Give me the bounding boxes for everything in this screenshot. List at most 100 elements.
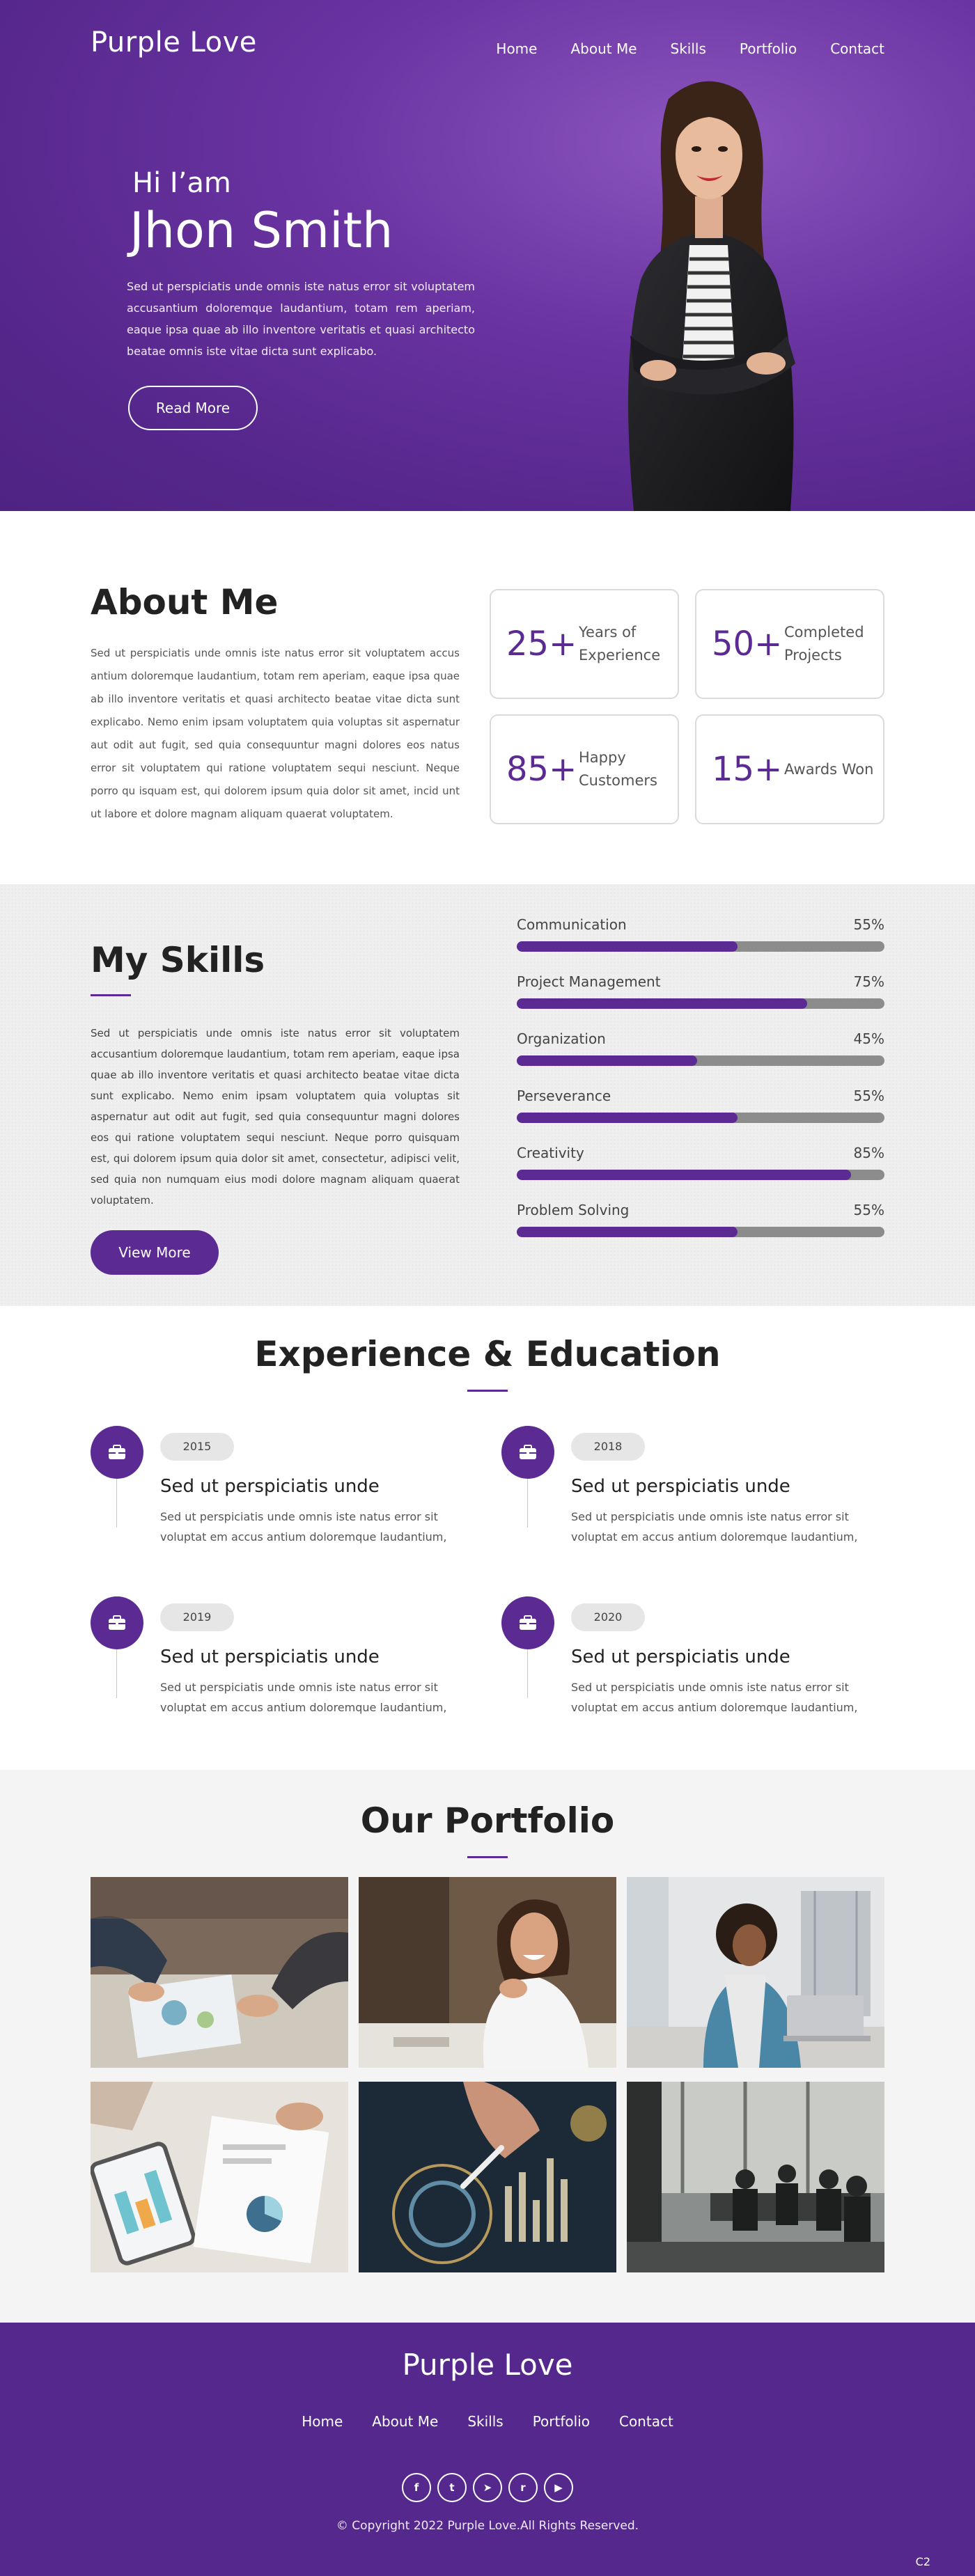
stats-grid: 25+ Years of Experience 50+ Completed Pr… xyxy=(490,589,884,824)
year-badge: 2020 xyxy=(571,1603,645,1631)
footer-nav-about[interactable]: About Me xyxy=(372,2413,438,2430)
briefcase-icon xyxy=(501,1596,554,1649)
experience-section: Experience & Education 2015 Sed ut persp… xyxy=(0,1306,975,1770)
timeline-item: 2019 Sed ut perspiciatis unde Sed ut per… xyxy=(91,1596,488,1722)
stat-value: 15+ xyxy=(712,750,783,789)
skills-description: Sed ut perspiciatis unde omnis iste natu… xyxy=(91,1027,460,1207)
timeline-line xyxy=(527,1649,528,1698)
footer-logo[interactable]: Purple Love xyxy=(0,2348,975,2382)
stat-value: 25+ xyxy=(506,625,577,663)
timeline-description: Sed ut perspiciatis unde omnis iste natu… xyxy=(571,1681,858,1714)
skill-bar-track xyxy=(517,941,884,952)
skill-row: Communication 55% xyxy=(517,916,884,973)
facebook-icon[interactable]: f xyxy=(402,2473,431,2502)
skill-row: Project Management 75% xyxy=(517,973,884,1030)
skill-list: Communication 55% Project Management 75% O… xyxy=(517,916,884,1259)
site-logo[interactable]: Purple Love xyxy=(91,26,257,58)
briefcase-icon xyxy=(91,1596,143,1649)
skill-bar-fill xyxy=(517,941,738,952)
nav-portfolio[interactable]: Portfolio xyxy=(740,40,797,57)
stat-label: Happy Customers xyxy=(579,749,657,789)
portfolio-image[interactable] xyxy=(91,1877,348,2068)
title-underline xyxy=(91,994,131,996)
timeline-description: Sed ut perspiciatis unde omnis iste natu… xyxy=(160,1681,447,1714)
skill-name: Communication xyxy=(517,916,627,933)
stat-value: 85+ xyxy=(506,750,577,789)
portfolio-image[interactable] xyxy=(627,1877,884,2068)
main-nav: Home About Me Skills Portfolio Contact xyxy=(496,40,884,57)
skill-percent: 45% xyxy=(853,1030,884,1047)
stat-label: Years of Experience xyxy=(579,624,661,663)
footer-nav-portfolio[interactable]: Portfolio xyxy=(533,2413,590,2430)
hero-text: Hi I’am Jhon Smith Sed ut perspiciatis u… xyxy=(127,167,475,430)
skill-row: Problem Solving 55% xyxy=(517,1202,884,1259)
timeline-heading: Sed ut perspiciatis unde xyxy=(571,1476,790,1497)
portfolio-image[interactable] xyxy=(359,1877,616,2068)
skill-name: Organization xyxy=(517,1030,606,1047)
timeline-description: Sed ut perspiciatis unde omnis iste natu… xyxy=(160,1510,447,1544)
reddit-icon[interactable]: r xyxy=(508,2473,538,2502)
skill-percent: 55% xyxy=(853,1202,884,1218)
title-underline xyxy=(467,1390,508,1392)
timeline-line xyxy=(116,1479,117,1527)
nav-skills[interactable]: Skills xyxy=(671,40,706,57)
timeline-description: Sed ut perspiciatis unde omnis iste natu… xyxy=(571,1510,858,1544)
stat-label: Completed Projects xyxy=(784,624,864,663)
timeline-heading: Sed ut perspiciatis unde xyxy=(160,1476,380,1497)
telegram-icon[interactable]: ➤ xyxy=(473,2473,502,2502)
stat-card-customers: 85+ Happy Customers xyxy=(490,714,679,824)
portfolio-section: Our Portfolio xyxy=(0,1770,975,2323)
stat-card-awards: 15+ Awards Won xyxy=(695,714,884,824)
portfolio-grid xyxy=(91,1877,884,2272)
about-section: About Me Sed ut perspiciatis unde omnis … xyxy=(0,511,975,884)
skills-text: My Skills Sed ut perspiciatis unde omnis… xyxy=(91,940,460,1275)
timeline-item: 2020 Sed ut perspiciatis unde Sed ut per… xyxy=(501,1596,898,1722)
year-badge: 2018 xyxy=(571,1433,645,1461)
year-badge: 2015 xyxy=(160,1433,234,1461)
timeline-item: 2018 Sed ut perspiciatis unde Sed ut per… xyxy=(501,1426,898,1551)
skill-bar-track xyxy=(517,998,884,1009)
portfolio-image[interactable] xyxy=(359,2082,616,2272)
nav-home[interactable]: Home xyxy=(496,40,537,57)
skill-bar-fill xyxy=(517,998,808,1009)
skill-bar-track xyxy=(517,1227,884,1237)
portfolio-image[interactable] xyxy=(627,2082,884,2272)
twitter-icon[interactable]: t xyxy=(437,2473,467,2502)
skill-percent: 55% xyxy=(853,916,884,933)
skill-row: Creativity 85% xyxy=(517,1145,884,1202)
timeline-line xyxy=(116,1649,117,1698)
hero-section: Purple Love Home About Me Skills Portfol… xyxy=(0,0,975,511)
hero-portrait-image xyxy=(628,81,795,511)
portfolio-image[interactable] xyxy=(91,2082,348,2272)
stat-value: 50+ xyxy=(712,625,783,663)
hero-name: Jhon Smith xyxy=(130,202,393,259)
skill-bar-track xyxy=(517,1055,884,1066)
stat-card-projects: 50+ Completed Projects xyxy=(695,589,884,699)
youtube-icon[interactable]: ▶ xyxy=(544,2473,573,2502)
skill-bar-fill xyxy=(517,1055,697,1066)
hero-greeting: Hi I’am xyxy=(132,167,231,199)
nav-about[interactable]: About Me xyxy=(570,40,637,57)
footer-nav: Home About Me Skills Portfolio Contact xyxy=(0,2413,975,2430)
footer-nav-contact[interactable]: Contact xyxy=(619,2413,673,2430)
footer-nav-home[interactable]: Home xyxy=(302,2413,343,2430)
stat-label: Awards Won xyxy=(784,760,874,778)
skill-bar-fill xyxy=(517,1113,738,1123)
timeline-item: 2015 Sed ut perspiciatis unde Sed ut per… xyxy=(91,1426,488,1551)
view-more-button[interactable]: View More xyxy=(91,1230,219,1275)
skill-bar-fill xyxy=(517,1170,852,1180)
year-badge: 2019 xyxy=(160,1603,234,1631)
about-description: Sed ut perspiciatis unde omnis iste natu… xyxy=(91,647,460,820)
hero-description: Sed ut perspiciatis unde omnis iste natu… xyxy=(127,280,475,358)
skill-row: Organization 45% xyxy=(517,1030,884,1087)
about-text: About Me Sed ut perspiciatis unde omnis … xyxy=(91,582,460,826)
site-footer: Purple Love Home About Me Skills Portfol… xyxy=(0,2323,975,2576)
about-title: About Me xyxy=(91,582,279,622)
stat-card-years: 25+ Years of Experience xyxy=(490,589,679,699)
title-underline xyxy=(467,1856,508,1858)
skill-percent: 75% xyxy=(853,973,884,990)
footer-nav-skills[interactable]: Skills xyxy=(467,2413,503,2430)
read-more-button[interactable]: Read More xyxy=(128,386,258,430)
nav-contact[interactable]: Contact xyxy=(830,40,884,57)
timeline-heading: Sed ut perspiciatis unde xyxy=(571,1647,790,1667)
